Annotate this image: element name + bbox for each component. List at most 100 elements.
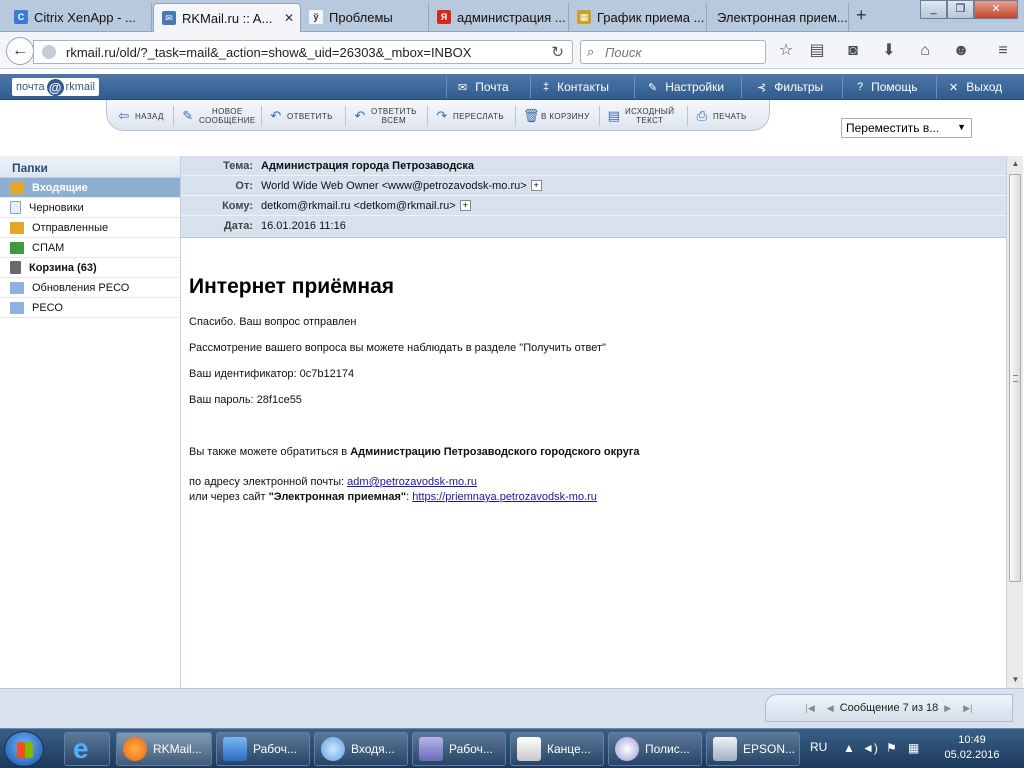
downloads-icon[interactable]: ⬇ xyxy=(878,40,900,62)
reading-list-icon[interactable]: ▤ xyxy=(806,40,828,62)
tab-rkmail[interactable]: ✉ RKMail.ru :: A... ✕ xyxy=(153,3,301,32)
taskbar-ie[interactable]: e xyxy=(64,732,110,766)
hello-icon[interactable]: ☻ xyxy=(950,40,972,62)
reply-icon: ↶ xyxy=(270,108,282,123)
language-indicator[interactable]: RU xyxy=(810,740,827,754)
tab-administration[interactable]: Я администрация ... xyxy=(429,3,569,32)
folder-reso[interactable]: РЕСО xyxy=(0,298,180,318)
taskbar-inbox[interactable]: Входя... xyxy=(314,732,408,766)
sent-icon xyxy=(10,221,24,234)
divider xyxy=(741,76,742,98)
pocket-icon[interactable]: ◙ xyxy=(842,40,864,62)
add-contact-icon[interactable]: + xyxy=(459,200,471,211)
reload-icon[interactable]: ↻ xyxy=(551,43,564,61)
source-button[interactable]: ▤ исходный текст xyxy=(607,104,674,128)
reply-all-button[interactable]: ↶ ответить всем xyxy=(353,104,417,128)
back-arrow-icon[interactable]: ← xyxy=(6,37,34,65)
address-bar[interactable]: rkmail.ru/old/?_task=mail&_action=show&_… xyxy=(33,40,573,64)
menu-icon[interactable]: ≡ xyxy=(992,40,1014,62)
taskbar-office[interactable]: Канце... xyxy=(510,732,604,766)
folder-spam[interactable]: СПАМ xyxy=(0,238,180,258)
vertical-scrollbar[interactable]: ▲ ▼ xyxy=(1006,156,1023,688)
forward-icon: ↷ xyxy=(436,108,448,123)
nav-logout[interactable]: ✕ Выход xyxy=(949,80,1002,94)
action-center-flag-icon[interactable]: ⚑ xyxy=(886,741,897,755)
add-contact-icon[interactable]: + xyxy=(530,180,542,191)
scroll-down-icon[interactable]: ▼ xyxy=(1007,672,1024,688)
body-line: Ваш пароль: 28f1ce55 xyxy=(189,394,302,406)
new-tab-button[interactable]: + xyxy=(856,5,867,26)
help-icon: ? xyxy=(857,81,864,93)
scroll-thumb[interactable] xyxy=(1009,174,1021,582)
first-page-icon[interactable]: |◀ xyxy=(806,703,815,714)
restore-icon[interactable]: ❐ xyxy=(947,0,974,19)
reply-all-label-2: всем xyxy=(381,116,407,125)
logout-icon: ✕ xyxy=(949,81,959,94)
body-text: или через сайт xyxy=(189,491,269,503)
rkmail-logo[interactable]: почта @ rkmail xyxy=(12,78,99,96)
divider xyxy=(842,76,843,98)
tab-problems[interactable]: ў Проблемы xyxy=(301,3,429,32)
internet-explorer-icon: e xyxy=(73,733,89,764)
to-value[interactable]: detkom@rkmail.ru <detkom@rkmail.ru> xyxy=(261,200,456,212)
nav-logout-label: Выход xyxy=(966,80,1003,94)
browser-navbar: ← rkmail.ru/old/?_task=mail&_action=show… xyxy=(0,32,1024,69)
folder-inbox[interactable]: Входящие xyxy=(0,178,180,198)
website-link[interactable]: https://priemnaya.petrozavodsk-mo.ru xyxy=(412,491,597,503)
tab-citrix[interactable]: C Citrix XenApp - ... xyxy=(6,3,152,32)
task-label: RKMail... xyxy=(153,742,202,756)
tab-reception[interactable]: Электронная прием... xyxy=(707,3,849,32)
message-toolbar: ⇦ назад ✎ новое сообщение ↶ ответить ↶ от… xyxy=(106,100,770,131)
close-window-icon[interactable]: ✕ xyxy=(974,0,1018,19)
bookmark-star-icon[interactable]: ☆ xyxy=(775,40,797,62)
delete-button[interactable]: 🗑 в корзину xyxy=(523,104,590,128)
folder-trash[interactable]: Корзина (63) xyxy=(0,258,180,278)
divider xyxy=(599,106,600,126)
taskbar-policy[interactable]: Полис... xyxy=(608,732,702,766)
tab-title: Электронная прием... xyxy=(717,10,848,25)
nav-contacts[interactable]: ‡ Контакты xyxy=(543,80,609,94)
globe-icon xyxy=(42,45,56,59)
scroll-up-icon[interactable]: ▲ xyxy=(1007,156,1024,172)
next-page-icon[interactable]: ▶ xyxy=(944,703,951,714)
taskbar-firefox[interactable]: RKMail... xyxy=(116,732,212,766)
close-tab-icon[interactable]: ✕ xyxy=(284,11,294,25)
nav-settings[interactable]: ✎ Настройки xyxy=(648,80,724,94)
folder-drafts[interactable]: Черновики xyxy=(0,198,180,218)
taskbar-desktop-1[interactable]: Рабоч... xyxy=(216,732,310,766)
move-to-select[interactable]: Переместить в... ▼ xyxy=(841,118,972,138)
prev-page-icon[interactable]: ◀ xyxy=(827,703,834,714)
nav-filters[interactable]: ⊰ Фильтры xyxy=(757,80,823,94)
tab-schedule[interactable]: ▦ График приема ... xyxy=(569,3,707,32)
start-button[interactable] xyxy=(4,731,44,767)
system-clock[interactable]: 10:49 05.02.2016 xyxy=(940,733,1004,763)
print-button[interactable]: ⎙ печать xyxy=(695,104,747,128)
folder-reso-updates[interactable]: Обновления РЕСО xyxy=(0,278,180,298)
to-row: Кому: detkom@rkmail.ru <detkom@rkmail.ru… xyxy=(181,196,1006,216)
taskbar-epson[interactable]: EPSON... xyxy=(706,732,800,766)
reply-button[interactable]: ↶ ответить xyxy=(269,104,333,128)
task-label: Канце... xyxy=(547,742,591,756)
task-label: Полис... xyxy=(645,742,690,756)
source-label-1: исходный xyxy=(625,107,675,116)
home-icon[interactable]: ⌂ xyxy=(914,40,936,62)
nav-mail[interactable]: ✉ Почта xyxy=(458,80,509,94)
folder-label: Обновления РЕСО xyxy=(32,281,130,294)
nav-help[interactable]: ? Помощь xyxy=(857,80,917,94)
new-message-button[interactable]: ✎ новое сообщение xyxy=(181,104,256,128)
forward-button[interactable]: ↷ переслать xyxy=(435,104,504,128)
back-button[interactable]: ⇦ назад xyxy=(117,104,164,128)
folder-label: Отправленные xyxy=(32,221,109,234)
network-icon[interactable]: ▦ xyxy=(908,741,919,755)
last-page-icon[interactable]: ▶| xyxy=(963,703,972,714)
taskbar-desktop-2[interactable]: Рабоч... xyxy=(412,732,506,766)
search-input[interactable]: ⌕ Поиск xyxy=(580,40,766,64)
minimize-icon[interactable]: _ xyxy=(920,0,947,19)
envelope-icon xyxy=(517,737,541,761)
folder-sent[interactable]: Отправленные xyxy=(0,218,180,238)
from-value[interactable]: World Wide Web Owner <www@petrozavodsk-m… xyxy=(261,180,527,192)
show-hidden-icons-icon[interactable]: ▲ xyxy=(843,741,855,755)
email-link[interactable]: adm@petrozavodsk-mo.ru xyxy=(347,476,477,488)
volume-icon[interactable]: ◄) xyxy=(862,741,878,755)
subject-value: Администрация города Петрозаводска xyxy=(261,159,474,172)
